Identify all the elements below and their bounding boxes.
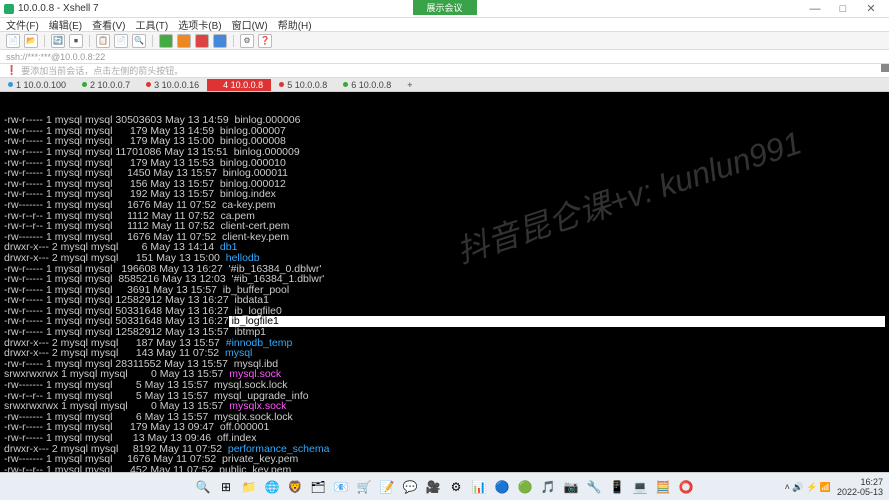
menu-tabs[interactable]: 选项卡(B) bbox=[178, 17, 221, 32]
hint-text: 要添加当前会话，点击左侧的箭头按钮。 bbox=[21, 64, 183, 77]
taskbar-app-icon[interactable]: 💻 bbox=[630, 477, 650, 497]
menu-help[interactable]: 帮助(H) bbox=[278, 17, 312, 32]
disconnect-icon[interactable]: ⏹ bbox=[69, 34, 83, 48]
new-session-icon[interactable]: 📄 bbox=[6, 34, 20, 48]
menu-window[interactable]: 窗口(W) bbox=[232, 17, 268, 32]
tray-time: 16:27 bbox=[860, 477, 883, 487]
taskbar-app-icon[interactable]: 🦁 bbox=[285, 477, 305, 497]
minimize-button[interactable]: — bbox=[801, 3, 829, 15]
taskbar-app-icon[interactable]: 📊 bbox=[469, 477, 489, 497]
taskbar-app-icon[interactable]: 🎥 bbox=[423, 477, 443, 497]
tab-label: 1 10.0.0.100 bbox=[16, 80, 66, 90]
taskbar-app-icon[interactable]: 🔍 bbox=[193, 477, 213, 497]
status-dot-icon bbox=[8, 82, 13, 87]
taskbar-app-icon[interactable]: 📱 bbox=[607, 477, 627, 497]
taskbar-app-icon[interactable]: 🧮 bbox=[653, 477, 673, 497]
maximize-button[interactable]: □ bbox=[829, 3, 857, 15]
tray-icons[interactable]: ㅤ˄ 🔊 ⚡ 📶 bbox=[776, 480, 831, 493]
taskbar-app-icon[interactable]: 📧 bbox=[331, 477, 351, 497]
file-row: drwxr-x--- 2 mysql mysql 151 May 13 15:0… bbox=[4, 253, 885, 264]
menu-view[interactable]: 查看(V) bbox=[92, 17, 125, 32]
tray-date: 2022-05-13 bbox=[837, 487, 883, 497]
taskbar-app-icon[interactable]: ⭕ bbox=[676, 477, 696, 497]
meeting-badge[interactable]: 展示会议 bbox=[412, 0, 476, 15]
taskbar-app-icon[interactable]: 🔵 bbox=[492, 477, 512, 497]
status-dot-icon bbox=[279, 82, 284, 87]
address-bar[interactable]: ssh://***:***@10.0.0.8:22 bbox=[0, 50, 889, 64]
status-dot-icon bbox=[215, 82, 220, 87]
session-tab[interactable]: 4 10.0.0.8 bbox=[207, 79, 271, 91]
menu-file[interactable]: 文件(F) bbox=[6, 17, 39, 32]
app-icon bbox=[4, 4, 14, 14]
reconnect-icon[interactable]: 🔄 bbox=[51, 34, 65, 48]
taskbar-app-icon[interactable]: 📝 bbox=[377, 477, 397, 497]
status-dot-icon bbox=[82, 82, 87, 87]
hint-icon: ❗ bbox=[6, 65, 17, 76]
taskbar-app-icon[interactable]: 📷 bbox=[561, 477, 581, 497]
taskbar-app-icon[interactable]: ⊞ bbox=[216, 477, 236, 497]
taskbar-app-icon[interactable]: 🛒 bbox=[354, 477, 374, 497]
terminal[interactable]: 抖音昆仑课+v: kunlun991 -rw-r----- 1 mysql my… bbox=[0, 92, 889, 484]
title-bar: 10.0.0.8 - Xshell 7 展示会议 — □ ✕ bbox=[0, 0, 889, 18]
file-row: -rw------- 1 mysql mysql 1676 May 11 07:… bbox=[4, 200, 885, 211]
status-dot-icon bbox=[343, 82, 348, 87]
new-tab-button[interactable]: + bbox=[399, 79, 420, 91]
tab-label: 2 10.0.0.7 bbox=[90, 80, 130, 90]
taskbar-app-icon[interactable]: 🌐 bbox=[262, 477, 282, 497]
tab-label: 4 10.0.0.8 bbox=[223, 80, 263, 90]
taskbar-app-icon[interactable]: 🔧 bbox=[584, 477, 604, 497]
scrollbar-thumb[interactable] bbox=[881, 64, 889, 72]
tool-green-icon[interactable] bbox=[159, 34, 173, 48]
help-icon[interactable]: ❓ bbox=[258, 34, 272, 48]
taskbar-app-icon[interactable]: 📁 bbox=[239, 477, 259, 497]
session-tab[interactable]: 5 10.0.0.8 bbox=[271, 79, 335, 91]
taskbar-app-icon[interactable]: 🗂 bbox=[308, 477, 328, 497]
session-tabbar: 1 10.0.0.100 2 10.0.0.7 3 10.0.0.16 4 10.0.… bbox=[0, 78, 889, 92]
menu-edit[interactable]: 编辑(E) bbox=[49, 17, 82, 32]
copy-icon[interactable]: 📋 bbox=[96, 34, 110, 48]
tool-red-icon[interactable] bbox=[195, 34, 209, 48]
taskbar-app-icon[interactable]: 🎵 bbox=[538, 477, 558, 497]
tab-label: 6 10.0.0.8 bbox=[351, 80, 391, 90]
window-title: 10.0.0.8 - Xshell 7 bbox=[18, 3, 99, 14]
properties-icon[interactable]: ⚙ bbox=[240, 34, 254, 48]
menu-tools[interactable]: 工具(T) bbox=[135, 17, 168, 32]
find-icon[interactable]: 🔍 bbox=[132, 34, 146, 48]
taskbar-app-icon[interactable]: 🟢 bbox=[515, 477, 535, 497]
toolbar: 📄 📂 🔄 ⏹ 📋 📄 🔍 ⚙ ❓ bbox=[0, 32, 889, 50]
windows-taskbar: 🔍⊞📁🌐🦁🗂📧🛒📝💬🎥⚙📊🔵🟢🎵📷🔧📱💻🧮⭕ ㅤ˄ 🔊 ⚡ 📶 16:27 20… bbox=[0, 472, 889, 500]
tool-blue-icon[interactable] bbox=[213, 34, 227, 48]
status-dot-icon bbox=[146, 82, 151, 87]
session-tab[interactable]: 6 10.0.0.8 bbox=[335, 79, 399, 91]
tab-label: 5 10.0.0.8 bbox=[287, 80, 327, 90]
taskbar-app-icon[interactable]: 💬 bbox=[400, 477, 420, 497]
session-tab[interactable]: 1 10.0.0.100 bbox=[0, 79, 74, 91]
hint-bar: ❗ 要添加当前会话，点击左侧的箭头按钮。 bbox=[0, 64, 889, 78]
file-row: -rw-r----- 1 mysql mysql 13 May 13 09:46… bbox=[4, 433, 885, 444]
tool-orange-icon[interactable] bbox=[177, 34, 191, 48]
taskbar-app-icon[interactable]: ⚙ bbox=[446, 477, 466, 497]
paste-icon[interactable]: 📄 bbox=[114, 34, 128, 48]
address-text: ssh://***:***@10.0.0.8:22 bbox=[6, 52, 105, 62]
menu-bar: 文件(F) 编辑(E) 查看(V) 工具(T) 选项卡(B) 窗口(W) 帮助(… bbox=[0, 18, 889, 32]
close-button[interactable]: ✕ bbox=[857, 2, 885, 15]
session-tab[interactable]: 2 10.0.0.7 bbox=[74, 79, 138, 91]
open-icon[interactable]: 📂 bbox=[24, 34, 38, 48]
system-tray[interactable]: ㅤ˄ 🔊 ⚡ 📶 16:27 2022-05-13 bbox=[776, 477, 883, 497]
session-tab[interactable]: 3 10.0.0.16 bbox=[138, 79, 207, 91]
file-row: -rw-r----- 1 mysql mysql 11701086 May 13… bbox=[4, 147, 885, 158]
tab-label: 3 10.0.0.16 bbox=[154, 80, 199, 90]
